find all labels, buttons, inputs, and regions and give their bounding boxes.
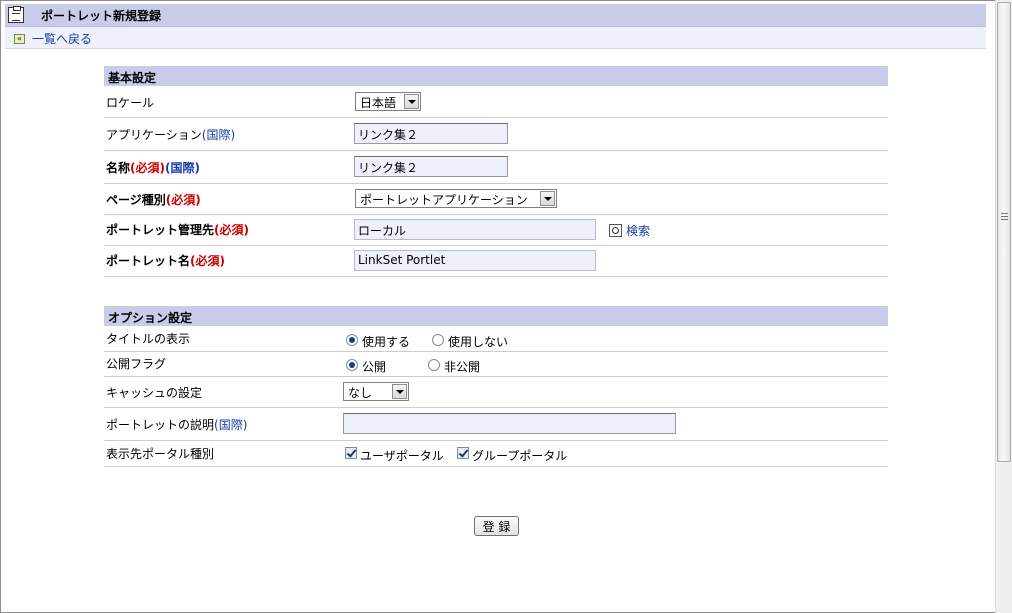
title-display-row: タイトルの表示 使用する 使用しない — [104, 326, 888, 352]
portal-type-label: 表示先ポータル種別 — [106, 447, 215, 461]
back-bar: « 一覧へ戻る — [5, 27, 986, 49]
locale-label: ロケール — [106, 96, 155, 110]
application-label-text: アプリケーション — [106, 128, 202, 142]
portlet-manager-row: ポートレット管理先(必須) ローカル 検索 — [104, 215, 888, 246]
name-row: 名称(必須)(国際) リンク集２ — [104, 151, 888, 184]
title-display-on-radio[interactable] — [346, 334, 358, 346]
name-input[interactable]: リンク集２ — [354, 156, 508, 177]
portlet-manager-field: ローカル — [354, 219, 596, 240]
portlet-name-label: ポートレット名(必須) — [106, 252, 225, 269]
page-type-select[interactable]: ポートレットアプリケーション — [355, 189, 557, 208]
portlet-name-field: LinkSet Portlet — [354, 250, 596, 271]
locale-select[interactable]: 日本語 — [355, 92, 421, 111]
publish-on-radio[interactable] — [346, 359, 358, 371]
user-portal-checkbox[interactable] — [345, 447, 357, 459]
page-header: ポートレット新規登録 — [5, 4, 986, 27]
name-label-text: 名称 — [106, 161, 131, 175]
cache-label: キャッシュの設定 — [106, 386, 203, 400]
name-label: 名称(必須)(国際) — [106, 159, 200, 176]
chevron-down-icon[interactable] — [392, 384, 407, 399]
page-type-label-text: ページ種別 — [106, 193, 166, 207]
user-portal-label[interactable]: ユーザポータル — [360, 447, 444, 464]
chevron-down-icon[interactable] — [404, 94, 419, 109]
required-mark: (必須) — [130, 161, 165, 175]
search-icon[interactable] — [609, 224, 622, 237]
description-input[interactable] — [343, 413, 676, 434]
vertical-scrollbar[interactable] — [995, 0, 1012, 613]
international-link[interactable]: (国際) — [214, 418, 247, 432]
basic-settings-header: 基本設定 — [104, 66, 888, 86]
description-label-text: ポートレットの説明 — [106, 418, 215, 432]
option-settings-header: オプション設定 — [104, 306, 888, 326]
page-type-label: ページ種別(必須) — [106, 191, 201, 208]
group-portal-checkbox[interactable] — [457, 447, 469, 459]
clipboard-icon — [8, 6, 24, 23]
publish-label: 公開フラグ — [106, 357, 167, 371]
international-link[interactable]: (国際) — [202, 128, 235, 142]
publish-off-radio[interactable] — [428, 359, 440, 371]
search-link[interactable]: 検索 — [626, 222, 650, 239]
cache-select-value: なし — [348, 386, 373, 400]
portlet-manager-label: ポートレット管理先(必須) — [106, 221, 249, 238]
application-input[interactable]: リンク集２ — [354, 123, 508, 144]
portlet-name-label-text: ポートレット名 — [106, 254, 191, 268]
required-mark: (必須) — [165, 193, 201, 207]
application-label: アプリケーション(国際) — [106, 126, 235, 143]
cache-select[interactable]: なし — [343, 382, 409, 401]
portlet-name-row: ポートレット名(必須) LinkSet Portlet — [104, 246, 888, 277]
required-mark: (必須) — [214, 223, 249, 237]
portlet-manager-label-text: ポートレット管理先 — [106, 223, 215, 237]
back-to-list-link[interactable]: 一覧へ戻る — [32, 30, 92, 47]
publish-on-label[interactable]: 公開 — [362, 358, 386, 375]
portal-type-row: 表示先ポータル種別 ユーザポータル グループポータル — [104, 441, 888, 467]
page-type-row: ページ種別(必須) ポートレットアプリケーション — [104, 184, 888, 215]
page-type-select-value: ポートレットアプリケーション — [360, 193, 528, 207]
title-display-on-label[interactable]: 使用する — [362, 333, 410, 350]
scrollbar-thumb[interactable] — [997, 2, 1011, 462]
group-portal-label[interactable]: グループポータル — [472, 447, 567, 464]
title-display-label: タイトルの表示 — [106, 332, 191, 346]
register-button[interactable]: 登 録 — [474, 516, 519, 536]
title-display-off-label[interactable]: 使用しない — [448, 333, 508, 350]
required-mark: (必須) — [190, 254, 225, 268]
locale-select-value: 日本語 — [360, 96, 397, 110]
description-label: ポートレットの説明(国際) — [106, 416, 247, 433]
publish-off-label[interactable]: 非公開 — [444, 358, 480, 375]
description-row: ポートレットの説明(国際) — [104, 408, 888, 441]
publish-row: 公開フラグ 公開 非公開 — [104, 352, 888, 377]
chevron-down-icon[interactable] — [540, 191, 555, 206]
page-title: ポートレット新規登録 — [41, 9, 162, 23]
back-arrow-icon[interactable]: « — [14, 34, 25, 44]
grip-icon — [1001, 213, 1008, 220]
title-display-off-radio[interactable] — [432, 334, 444, 346]
international-link[interactable]: (国際) — [165, 161, 200, 175]
cache-row: キャッシュの設定 なし — [104, 377, 888, 408]
application-row: アプリケーション(国際) リンク集２ — [104, 118, 888, 151]
locale-row: ロケール 日本語 — [104, 86, 888, 118]
